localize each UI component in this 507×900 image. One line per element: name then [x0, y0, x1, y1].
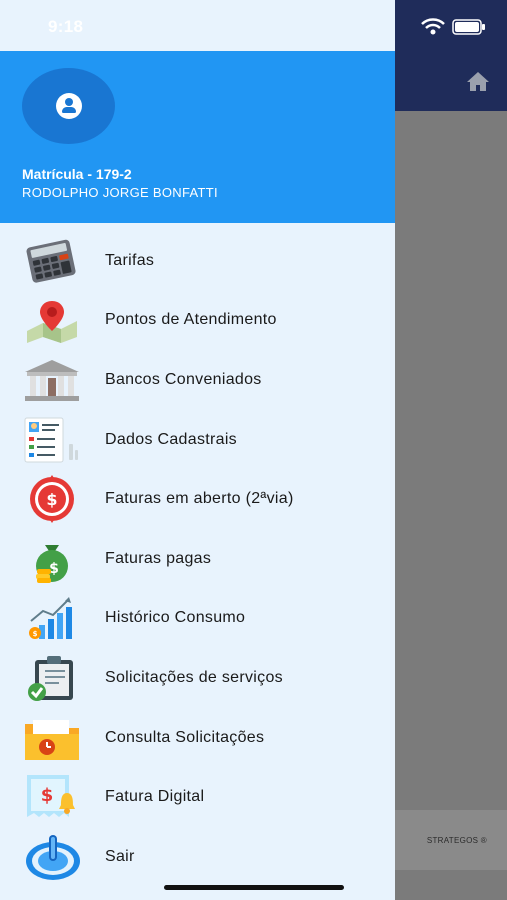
- status-time: 9:18: [48, 17, 84, 36]
- menu-item-solicitacoes-servicos[interactable]: Solicitações de serviços: [0, 648, 395, 708]
- wifi-icon: [421, 18, 445, 35]
- menu-item-faturas-pagas[interactable]: $ Faturas pagas: [0, 529, 395, 589]
- svg-text:$: $: [46, 490, 57, 509]
- drawer-menu: Tarifas Pontos de Atendimento Bancos Con…: [0, 231, 395, 887]
- folder-clock-icon: [25, 719, 79, 760]
- menu-label: Sair: [105, 847, 135, 865]
- menu-item-pontos-atendimento[interactable]: Pontos de Atendimento: [0, 291, 395, 351]
- avatar[interactable]: [22, 68, 115, 144]
- calculator-icon: [26, 239, 76, 283]
- home-icon[interactable]: [466, 70, 490, 92]
- menu-label: Pontos de Atendimento: [105, 311, 277, 329]
- digital-invoice-icon: $: [27, 775, 75, 818]
- svg-text:$: $: [41, 785, 54, 806]
- id-card-icon: [24, 417, 78, 463]
- menu-label: Faturas pagas: [105, 549, 212, 567]
- user-icon: [55, 93, 82, 119]
- battery-icon: [452, 19, 485, 35]
- profile-header: Matrícula - 179-2 RODOLPHO JORGE BONFATT…: [0, 51, 395, 223]
- menu-item-historico-consumo[interactable]: $ Histórico Consumo: [0, 589, 395, 649]
- menu-item-tarifas[interactable]: Tarifas: [0, 231, 395, 291]
- menu-label: Bancos Conveniados: [105, 370, 262, 388]
- menu-label: Fatura Digital: [105, 788, 205, 806]
- money-bag-icon: $: [36, 544, 68, 583]
- user-name: RODOLPHO JORGE BONFATTI: [22, 185, 218, 200]
- clipboard-check-icon: [28, 656, 73, 702]
- dollar-coin-icon: $: [30, 475, 74, 524]
- power-icon: [26, 834, 80, 880]
- status-indicators: [421, 18, 485, 35]
- menu-item-bancos-conveniados[interactable]: Bancos Conveniados: [0, 350, 395, 410]
- bank-icon: [25, 360, 79, 402]
- home-indicator: [164, 885, 344, 890]
- menu-item-dados-cadastrais[interactable]: Dados Cadastrais: [0, 410, 395, 470]
- menu-label: Consulta Solicitações: [105, 728, 265, 746]
- menu-label: Dados Cadastrais: [105, 430, 237, 448]
- menu-item-sair[interactable]: Sair: [0, 827, 395, 887]
- menu-label: Solicitações de serviços: [105, 668, 283, 686]
- app-footer: STRATEGOS ®: [395, 810, 507, 870]
- svg-text:$: $: [49, 561, 59, 577]
- growth-chart-icon: $: [29, 596, 72, 639]
- menu-item-consulta-solicitacoes[interactable]: Consulta Solicitações: [0, 708, 395, 768]
- svg-text:$: $: [33, 630, 38, 638]
- menu-label: Faturas em aberto (2ªvia): [105, 490, 294, 508]
- footer-brand: STRATEGOS ®: [426, 836, 487, 845]
- matricula-label: Matrícula - 179-2: [22, 166, 132, 182]
- menu-label: Tarifas: [105, 251, 155, 269]
- map-pin-icon: [27, 300, 77, 343]
- navigation-drawer: Matrícula - 179-2 RODOLPHO JORGE BONFATT…: [0, 0, 395, 900]
- menu-item-fatura-digital[interactable]: $ Fatura Digital: [0, 767, 395, 827]
- menu-label: Histórico Consumo: [105, 609, 246, 627]
- menu-item-faturas-em-aberto[interactable]: $ Faturas em aberto (2ªvia): [0, 469, 395, 529]
